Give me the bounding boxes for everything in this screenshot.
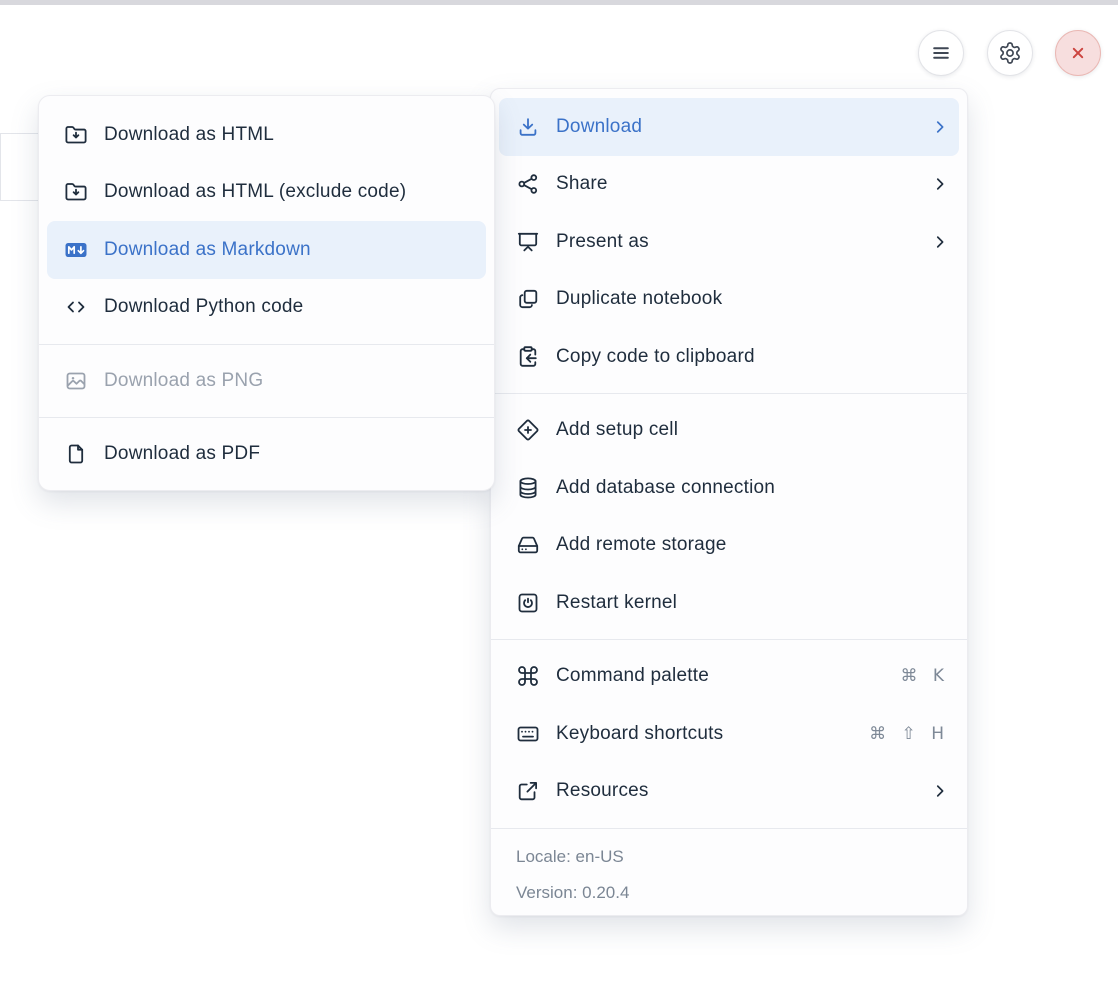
menu-item-label: Download Python code — [104, 296, 476, 318]
menu-item-label: Download as HTML — [104, 124, 476, 146]
menu-item-label: Resources — [556, 780, 915, 802]
file-icon — [64, 442, 88, 466]
code-icon — [64, 295, 88, 319]
download-icon — [516, 115, 540, 139]
menu-item-label: Command palette — [556, 665, 884, 687]
external-link-icon — [516, 779, 540, 803]
menu-item-duplicate-notebook[interactable]: Duplicate notebook — [499, 271, 959, 329]
menu-item-download-as-html[interactable]: Download as HTML — [47, 106, 486, 164]
menu-separator — [39, 417, 494, 418]
hard-drive-icon — [516, 533, 540, 557]
shortcut-hint: ⌘ ⇧ H — [869, 724, 949, 744]
menu-item-download[interactable]: Download — [499, 98, 959, 156]
clipboard-copy-icon — [516, 345, 540, 369]
menu-item-label: Copy code to clipboard — [556, 346, 949, 368]
database-icon — [516, 476, 540, 500]
menu-item-label: Keyboard shortcuts — [556, 723, 853, 745]
shutdown-button[interactable] — [1055, 30, 1101, 76]
presentation-icon — [516, 230, 540, 254]
markdown-icon — [64, 238, 88, 262]
menu-item-keyboard-shortcuts[interactable]: Keyboard shortcuts ⌘ ⇧ H — [499, 705, 959, 763]
menu-item-download-as-pdf[interactable]: Download as PDF — [47, 426, 486, 484]
menu-item-label: Add setup cell — [556, 419, 949, 441]
folder-download-icon — [64, 123, 88, 147]
menu-item-label: Download as PNG — [104, 370, 476, 392]
menu-separator — [491, 639, 967, 640]
gear-icon — [998, 41, 1022, 65]
close-icon — [1066, 41, 1090, 65]
menu-item-label: Add remote storage — [556, 534, 949, 556]
download-submenu: Download as HTML Download as HTML (exclud… — [38, 95, 495, 491]
menu-item-download-as-png: Download as PNG — [47, 352, 486, 410]
shortcut-hint: ⌘ K — [900, 666, 949, 686]
menu-item-present-as[interactable]: Present as — [499, 213, 959, 271]
menu-item-label: Share — [556, 173, 915, 195]
chevron-right-icon — [931, 118, 949, 136]
menu-item-command-palette[interactable]: Command palette ⌘ K — [499, 648, 959, 706]
menu-item-share[interactable]: Share — [499, 156, 959, 214]
chevron-right-icon — [931, 233, 949, 251]
menu-item-add-database-connection[interactable]: Add database connection — [499, 459, 959, 517]
menu-item-add-setup-cell[interactable]: Add setup cell — [499, 402, 959, 460]
menu-item-download-as-html-exclude-code[interactable]: Download as HTML (exclude code) — [47, 164, 486, 222]
version-text: Version: 0.20.4 — [491, 875, 967, 911]
underlying-cell-outline — [0, 133, 42, 201]
app-background: Download as HTML Download as HTML (exclud… — [0, 0, 1118, 984]
settings-button[interactable] — [987, 30, 1033, 76]
chevron-right-icon — [931, 175, 949, 193]
menu-item-label: Add database connection — [556, 477, 949, 499]
menu-item-label: Download as PDF — [104, 443, 476, 465]
menu-footer: Locale: en-US Version: 0.20.4 — [491, 828, 967, 915]
power-icon — [516, 591, 540, 615]
download-submenu-items: Download as HTML Download as HTML (exclud… — [39, 106, 494, 483]
menu-separator — [491, 393, 967, 394]
chevron-right-icon — [931, 782, 949, 800]
notebook-menu-items: Download Share Present as Duplicate noteboo… — [491, 98, 967, 820]
menu-item-label: Download — [556, 116, 915, 138]
notebook-menu: Download Share Present as Duplicate noteboo… — [490, 88, 968, 916]
menu-item-copy-code-to-clipboard[interactable]: Copy code to clipboard — [499, 328, 959, 386]
menu-item-label: Download as HTML (exclude code) — [104, 181, 476, 203]
menu-item-download-as-markdown[interactable]: Download as Markdown — [47, 221, 486, 279]
menu-item-restart-kernel[interactable]: Restart kernel — [499, 574, 959, 632]
folder-download-icon — [64, 180, 88, 204]
command-icon — [516, 664, 540, 688]
menu-item-label: Restart kernel — [556, 592, 949, 614]
keyboard-icon — [516, 722, 540, 746]
share-icon — [516, 172, 540, 196]
menu-item-download-python-code[interactable]: Download Python code — [47, 279, 486, 337]
menu-item-label: Duplicate notebook — [556, 288, 949, 310]
menu-item-label: Download as Markdown — [104, 239, 476, 261]
diamond-plus-icon — [516, 418, 540, 442]
duplicate-icon — [516, 287, 540, 311]
window-top-border — [0, 0, 1118, 5]
menu-item-resources[interactable]: Resources — [499, 763, 959, 821]
notebook-actions-button[interactable] — [918, 30, 964, 76]
menu-item-add-remote-storage[interactable]: Add remote storage — [499, 517, 959, 575]
locale-text: Locale: en-US — [491, 839, 967, 875]
menu-separator — [39, 344, 494, 345]
image-icon — [64, 369, 88, 393]
menu-item-label: Present as — [556, 231, 915, 253]
hamburger-icon — [929, 41, 953, 65]
